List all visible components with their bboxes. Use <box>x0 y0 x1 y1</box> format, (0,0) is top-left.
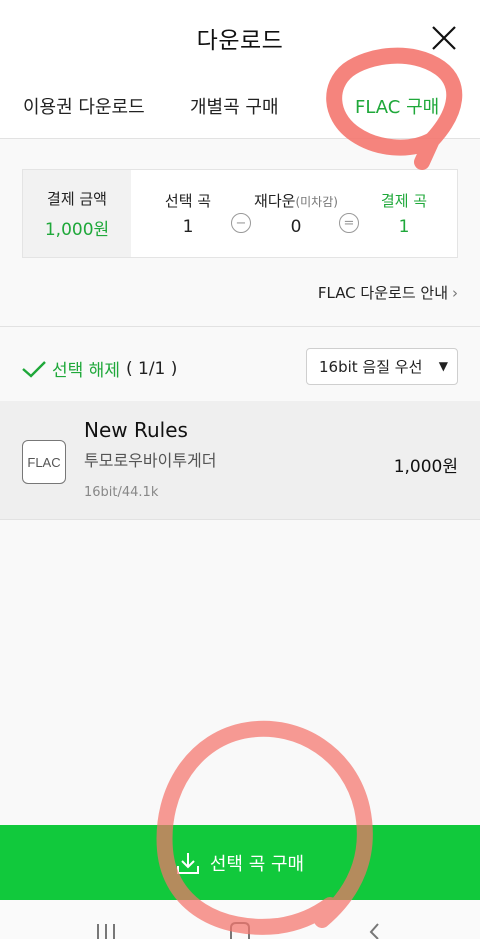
redownload-value: 0 <box>290 217 302 237</box>
buy-selected-label: 선택 곡 구매 <box>209 853 305 875</box>
header: 다운로드 <box>0 0 480 75</box>
recent-apps-icon[interactable] <box>95 920 117 939</box>
track-quality: 16bit/44.1k <box>84 485 159 500</box>
track-price: 1,000원 <box>393 457 458 477</box>
flac-info-label: FLAC 다운로드 안내 <box>317 284 448 302</box>
selection-count: ( 1/1 ) <box>125 358 178 379</box>
tab-single-purchase[interactable]: 개별곡 구매 <box>190 93 279 119</box>
payment-amount-label: 결제 금액 <box>47 189 107 208</box>
track-list-item[interactable]: FLAC New Rules 투모로우바이투게더 16bit/44.1k 1,0… <box>0 401 480 520</box>
flac-info-link[interactable]: FLAC 다운로드 안내 › <box>318 282 458 303</box>
equals-icon: = <box>339 213 359 233</box>
quality-select-value: 16bit 음질 우선 <box>319 358 423 376</box>
payment-amount-value: 1,000원 <box>44 219 110 240</box>
payment-summary: 결제 금액 1,000원 선택 곡 1 − 재다운(미차감) 0 = 결제 곡 … <box>22 169 458 258</box>
buy-selected-button[interactable]: 선택 곡 구매 <box>0 825 480 900</box>
paid-count: 결제 곡 1 <box>359 170 449 257</box>
page-title: 다운로드 <box>196 27 284 54</box>
tab-flac-purchase[interactable]: FLAC 구매 <box>355 93 439 119</box>
selected-count-value: 1 <box>182 217 194 237</box>
close-icon[interactable] <box>430 24 458 52</box>
tab-subscription-download[interactable]: 이용권 다운로드 <box>23 93 145 119</box>
home-icon[interactable] <box>229 920 251 939</box>
selected-count-label: 선택 곡 <box>164 192 212 210</box>
system-nav-bar <box>0 900 480 939</box>
check-icon <box>22 360 46 378</box>
redownload-count: 재다운(미차감) 0 <box>241 170 351 257</box>
flac-badge-icon: FLAC <box>22 440 66 484</box>
paid-count-value: 1 <box>398 217 410 237</box>
dropdown-arrow-icon: ▼ <box>438 359 448 373</box>
paid-count-label: 결제 곡 <box>380 192 428 210</box>
deselect-all-button[interactable]: 선택 해제 ( 1/1 ) <box>20 356 177 381</box>
deselect-label: 선택 해제 <box>52 361 120 381</box>
payment-amount: 결제 금액 1,000원 <box>23 170 131 257</box>
tab-bar: 이용권 다운로드 개별곡 구매 FLAC 구매 <box>0 75 480 139</box>
redownload-label: 재다운(미차감) <box>254 192 338 210</box>
back-icon[interactable] <box>366 920 382 939</box>
track-artist: 투모로우바이투게더 <box>84 451 217 470</box>
selection-row: 선택 해제 ( 1/1 ) 16bit 음질 우선 ▼ <box>0 342 480 392</box>
selected-count: 선택 곡 1 <box>143 170 233 257</box>
quality-select[interactable]: 16bit 음질 우선 ▼ <box>306 348 458 385</box>
download-icon <box>176 852 199 874</box>
chevron-right-icon: › <box>452 284 458 302</box>
divider <box>0 326 480 327</box>
track-title: New Rules <box>84 418 188 442</box>
redownload-sublabel: (미차감) <box>295 195 338 209</box>
